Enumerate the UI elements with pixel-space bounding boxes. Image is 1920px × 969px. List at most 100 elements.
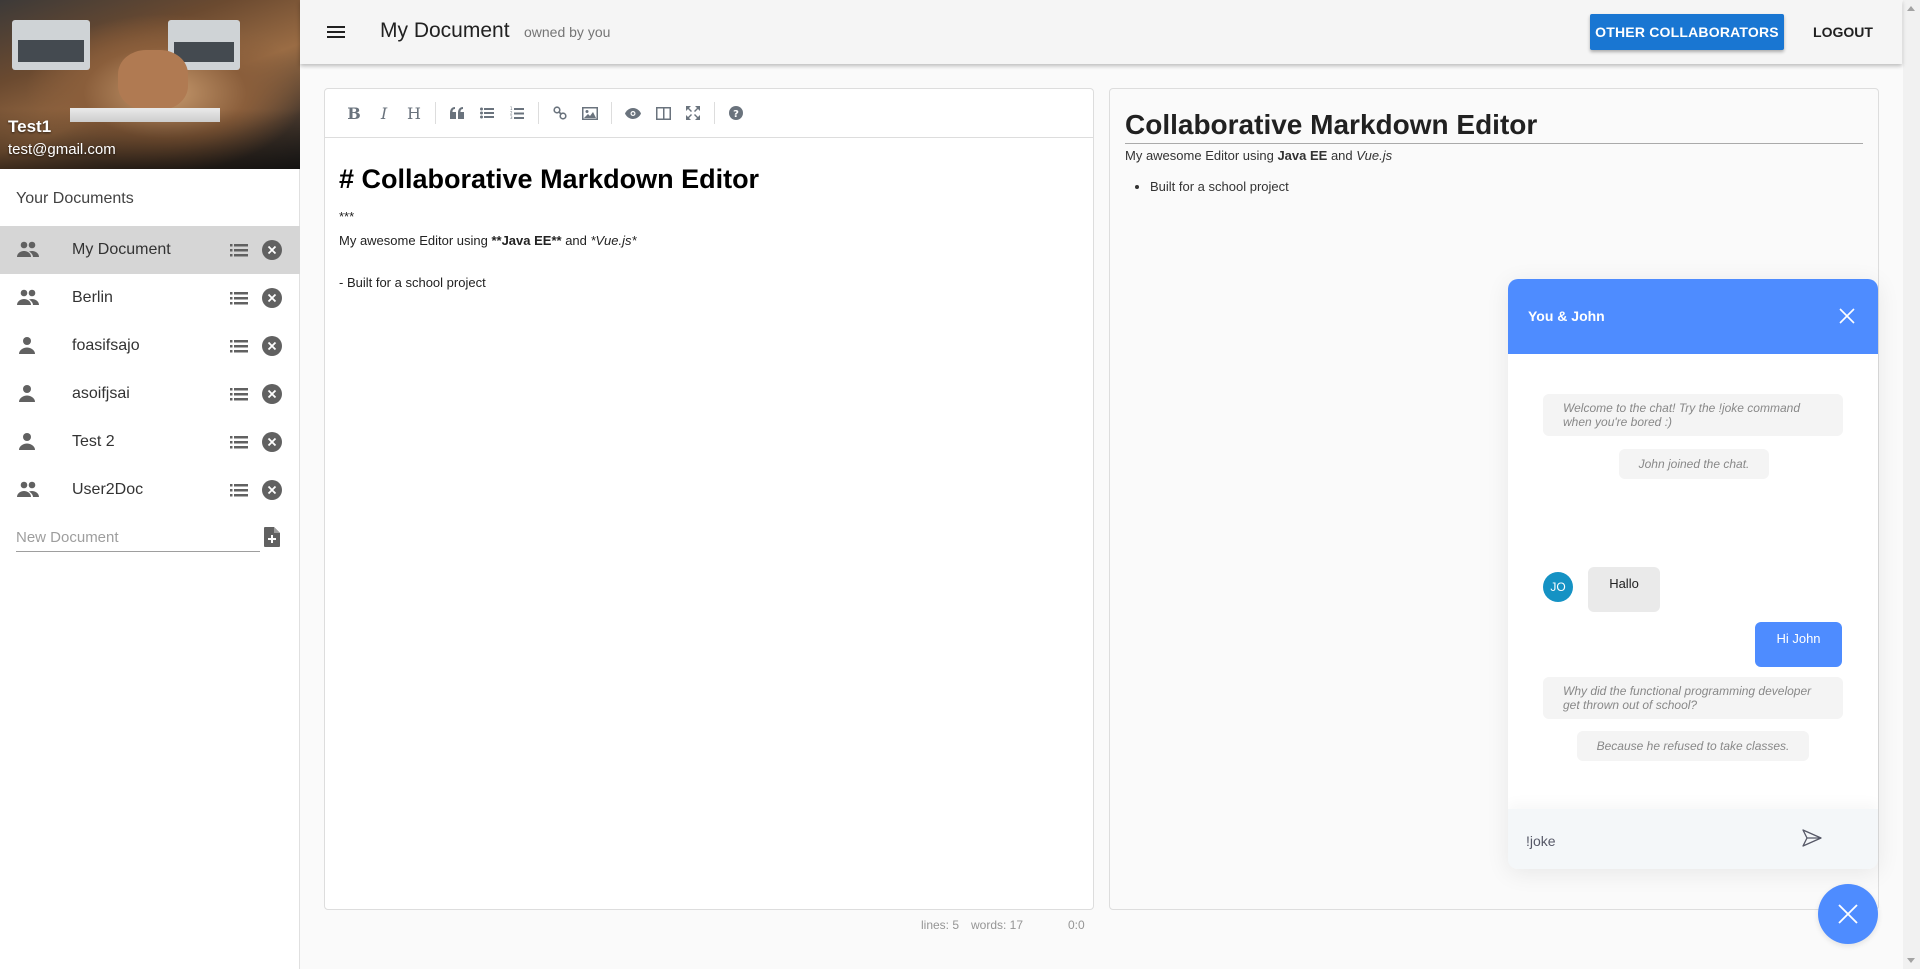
profile-header: Test1 test@gmail.com (0, 0, 300, 169)
profile-name: Test1 (8, 117, 52, 136)
sidebar: Test1 test@gmail.com Your Documents My D… (0, 0, 300, 969)
status-lines: lines: 5 (921, 918, 960, 932)
list-icon[interactable] (228, 432, 250, 452)
delete-icon[interactable] (262, 288, 282, 308)
people-icon (16, 240, 40, 260)
delete-icon[interactable] (262, 240, 282, 260)
bold-marker: ** (491, 233, 502, 248)
unordered-list-icon[interactable] (472, 98, 502, 128)
close-icon (1838, 904, 1858, 924)
editor-paragraph-line: My awesome Editor using **Java EE** and … (339, 233, 1079, 249)
toolbar-separator (435, 102, 436, 124)
system-message: John joined the chat. (1619, 449, 1769, 479)
hamburger-menu-icon[interactable] (324, 20, 348, 44)
editor-heading-line: # Collaborative Markdown Editor (339, 164, 760, 194)
toolbar-separator (611, 102, 612, 124)
scroll-down-arrow-icon[interactable] (1907, 958, 1915, 963)
document-item-berlin[interactable]: Berlin (0, 274, 300, 322)
document-name: Test 2 (72, 433, 115, 450)
text-segment: My awesome Editor using (339, 233, 492, 248)
preview-list-item: Built for a school project (1150, 179, 1863, 194)
help-icon[interactable]: ? (721, 98, 751, 128)
editor-text-area[interactable]: # Collaborative Markdown Editor *** My a… (325, 138, 1093, 315)
send-icon[interactable] (1801, 827, 1823, 849)
preview-list: Built for a school project (1125, 179, 1863, 194)
preview-paragraph: My awesome Editor using Java EE and Vue.… (1125, 148, 1863, 163)
editor-toolbar: B I H 123 ? (325, 89, 1093, 138)
italic-icon[interactable]: I (369, 98, 399, 128)
page-scrollbar[interactable] (1903, 0, 1920, 969)
profile-photo-hands (118, 50, 188, 110)
profile-email: test@gmail.com (8, 141, 116, 158)
owner-label: owned by you (524, 24, 611, 40)
other-collaborators-button[interactable]: OTHER COLLABORATORS (1590, 14, 1784, 50)
documents-heading: Your Documents (16, 190, 134, 207)
fullscreen-icon[interactable] (678, 98, 708, 128)
document-name: User2Doc (72, 481, 144, 498)
document-item-test-2[interactable]: Test 2 (0, 418, 300, 466)
document-item-foasifsajo[interactable]: foasifsajo (0, 322, 300, 370)
person-icon (16, 384, 40, 404)
avatar: JO (1543, 572, 1573, 602)
text-segment: and (1327, 148, 1357, 163)
delete-icon[interactable] (262, 432, 282, 452)
status-cursor: 0:0 (1068, 918, 1085, 932)
document-item-user2doc[interactable]: User2Doc (0, 466, 300, 514)
link-icon[interactable] (545, 98, 575, 128)
preview-heading: Collaborative Markdown Editor (1125, 109, 1863, 144)
document-name: asoifjsai (72, 385, 130, 402)
outgoing-message: Hi John (1755, 622, 1842, 667)
chat-window: You & John Welcome to the chat! Try the … (1508, 279, 1878, 869)
profile-photo-laptop (12, 20, 90, 70)
list-icon[interactable] (228, 288, 250, 308)
bold-marker: ** (551, 233, 562, 248)
heading-icon[interactable]: H (399, 98, 429, 128)
list-icon[interactable] (228, 240, 250, 260)
italic-text: *Vue.js* (590, 233, 637, 248)
document-name: My Document (72, 241, 171, 258)
document-list: My Document Berlin foasifsajo asoifjsai … (0, 226, 300, 514)
list-icon[interactable] (228, 480, 250, 500)
document-item-my-document[interactable]: My Document (0, 226, 300, 274)
text-segment: and (561, 233, 591, 248)
quote-icon[interactable] (442, 98, 472, 128)
preview-eye-icon[interactable] (618, 98, 648, 128)
delete-icon[interactable] (262, 336, 282, 356)
chat-message-list: Welcome to the chat! Try the !joke comma… (1508, 354, 1878, 809)
ordered-list-icon[interactable]: 123 (502, 98, 532, 128)
svg-text:3: 3 (510, 115, 513, 120)
delete-icon[interactable] (262, 384, 282, 404)
delete-icon[interactable] (262, 480, 282, 500)
document-item-asoifjsai[interactable]: asoifjsai (0, 370, 300, 418)
svg-text:?: ? (733, 109, 739, 120)
system-message: Welcome to the chat! Try the !joke comma… (1543, 394, 1843, 436)
system-message: Why did the functional programming devel… (1543, 677, 1843, 719)
system-message: Because he refused to take classes. (1577, 731, 1809, 761)
list-icon[interactable] (228, 336, 250, 356)
people-icon (16, 480, 40, 500)
side-by-side-icon[interactable] (648, 98, 678, 128)
editor-list-line: - Built for a school project (339, 275, 486, 290)
person-icon (16, 432, 40, 452)
new-document-input[interactable] (16, 524, 260, 552)
preview-italic-text: Vue.js (1356, 148, 1393, 163)
bold-text: Java EE (501, 233, 552, 248)
editor-rule-line: *** (339, 209, 355, 224)
chat-message-input[interactable] (1526, 831, 1796, 851)
top-app-bar: My Document owned by you OTHER COLLABORA… (300, 0, 1902, 64)
bold-icon[interactable]: B (339, 98, 369, 128)
list-icon[interactable] (228, 384, 250, 404)
incoming-message: Hallo (1588, 567, 1660, 612)
toolbar-separator (538, 102, 539, 124)
toggle-chat-button[interactable] (1818, 884, 1878, 944)
add-document-icon[interactable] (262, 526, 282, 548)
people-icon (16, 288, 40, 308)
close-icon[interactable] (1837, 306, 1857, 326)
preview-bold-text: Java EE (1277, 148, 1328, 163)
text-segment: My awesome Editor using (1125, 148, 1278, 163)
person-icon (16, 336, 40, 356)
logout-button[interactable]: LOGOUT (1800, 14, 1886, 50)
image-icon[interactable] (575, 98, 605, 128)
document-name: Berlin (72, 289, 113, 306)
scroll-up-arrow-icon[interactable] (1907, 6, 1915, 11)
